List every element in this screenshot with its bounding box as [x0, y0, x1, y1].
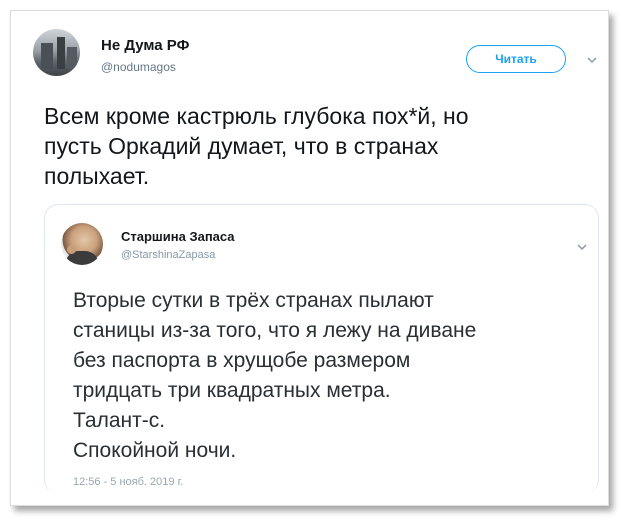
tweet-text-line: пусть Оркадий думает, что в странах: [44, 133, 439, 159]
chevron-down-icon[interactable]: [576, 241, 588, 253]
quoted-timestamp[interactable]: 12:56 - 5 нояб. 2019 г.: [73, 476, 183, 488]
quoted-text-line: станицы из-за того, что я лежу на диване: [73, 319, 477, 342]
quoted-tweet-text: Вторые сутки в трёх странах пылают стани…: [73, 286, 593, 466]
follow-button[interactable]: Читать: [466, 45, 566, 73]
chevron-down-icon[interactable]: [586, 54, 598, 66]
quoted-author-avatar[interactable]: [61, 223, 103, 265]
quoted-text-line: без паспорта в хрущобе размером: [73, 349, 411, 372]
quoted-text-line: Спокойной ночи.: [73, 439, 237, 462]
author-name[interactable]: Не Дума РФ: [101, 37, 189, 54]
tweet-text: Всем кроме кастрюль глубока пох*й, но пу…: [44, 101, 604, 191]
quoted-text-line: Талант-с.: [73, 409, 166, 432]
author-avatar[interactable]: [33, 29, 80, 76]
quoted-author-name[interactable]: Старшина Запаса: [121, 229, 235, 244]
screenshot-frame: Не Дума РФ @nodumagos Читать Всем кроме …: [10, 10, 609, 506]
quoted-text-line: тридцать три квадратных метра.: [73, 379, 391, 402]
author-handle[interactable]: @nodumagos: [101, 60, 176, 74]
tweet-text-line: полыхает.: [44, 163, 150, 189]
quoted-author-handle[interactable]: @StarshinaZapasa: [121, 249, 215, 261]
quoted-text-line: Вторые сутки в трёх странах пылают: [73, 289, 434, 312]
tweet-text-line: Всем кроме кастрюль глубока пох*й, но: [44, 103, 469, 129]
